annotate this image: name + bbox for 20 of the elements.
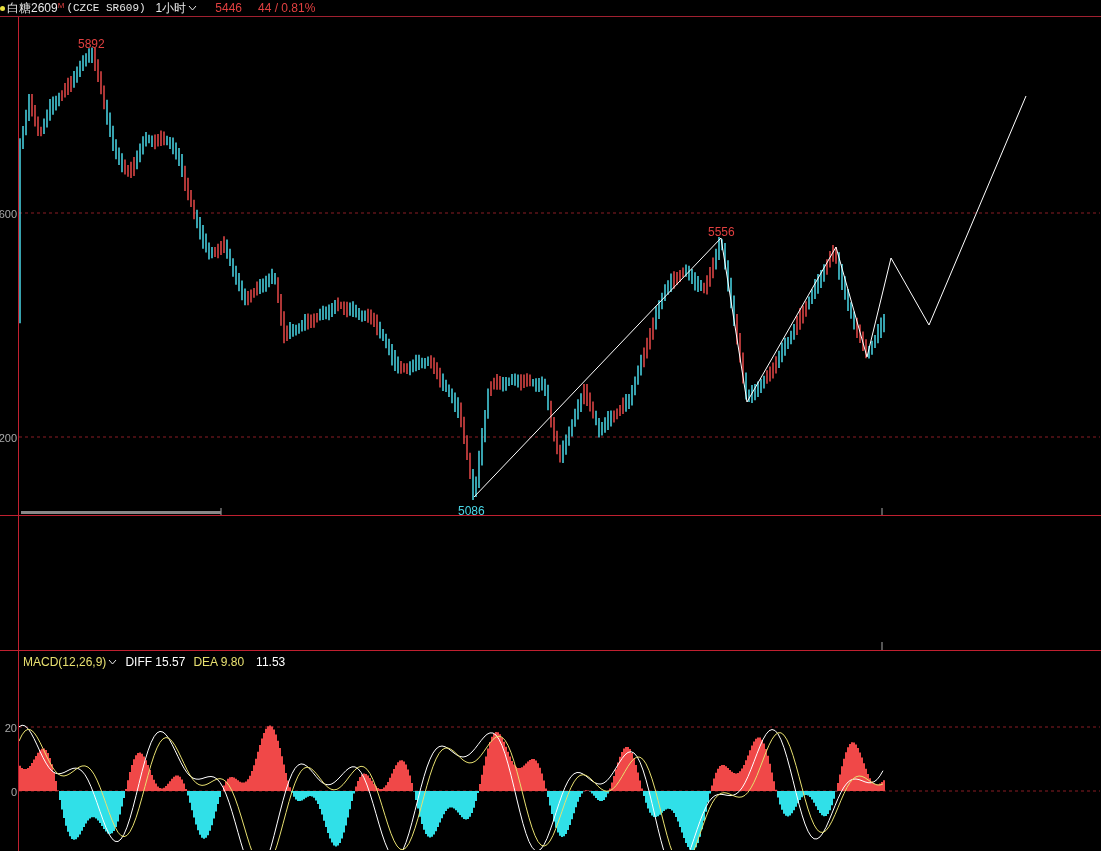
main-contract-mark: M (57, 2, 65, 10)
diff-value: DIFF 15.57 (125, 654, 186, 671)
indicator-dropdown[interactable]: MACD(12,26,9) (23, 653, 118, 671)
axis-label: 600 (0, 207, 17, 222)
contract-code: (CZCE SR609) (66, 2, 146, 14)
axis-label: 0 (10, 785, 17, 800)
chevron-down-icon (108, 659, 118, 665)
price-change: 44 / 0.81% (258, 2, 316, 14)
tick-mark (881, 641, 883, 651)
low-price-label: 5086 (458, 503, 485, 520)
macd-value: 11.53 (256, 654, 286, 671)
symbol-name: 白糖2609 (7, 2, 58, 14)
last-price: 5446 (215, 2, 242, 14)
axis-label: 200 (0, 431, 17, 446)
chevron-down-icon (188, 5, 198, 11)
peak-price-label: 5556 (708, 224, 735, 241)
high-price-label: 5892 (78, 36, 105, 53)
period-dropdown[interactable]: 1小时 (155, 2, 198, 14)
dea-value: DEA 9.80 (193, 654, 245, 671)
axis-label: 20 (4, 721, 17, 736)
